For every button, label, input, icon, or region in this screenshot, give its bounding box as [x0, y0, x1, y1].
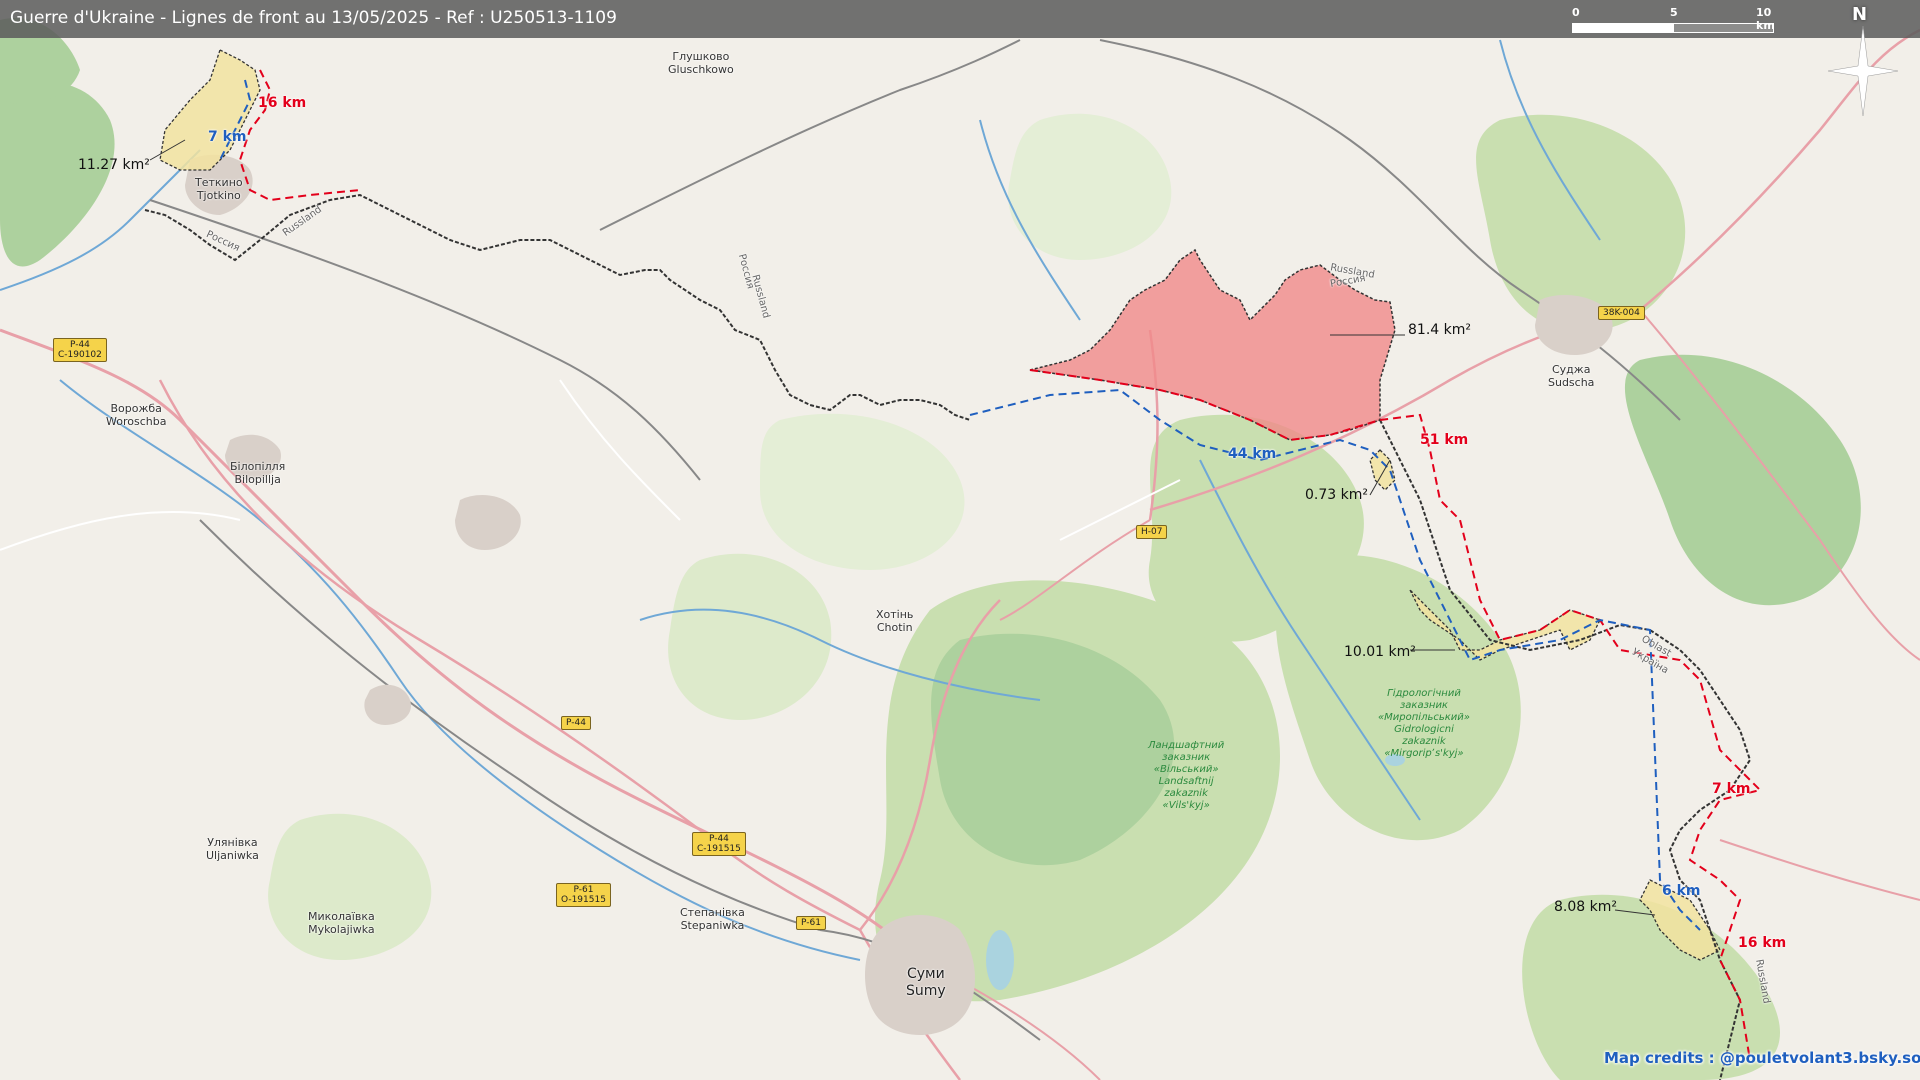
place-name-local: Теткино: [195, 176, 243, 189]
distance-label-red: 16 km: [1738, 935, 1787, 951]
place-name-local: Суми: [906, 966, 945, 982]
map-title: Guerre d'Ukraine - Lignes de front au 13…: [10, 8, 617, 28]
place-sumy: Суми Sumy: [906, 966, 946, 1000]
shield-line: P-61: [801, 918, 821, 928]
shield-line: P-44: [566, 718, 586, 728]
place-gluschkowo: Глушково Gluschkowo: [668, 50, 734, 76]
shield-line: P-44: [69, 340, 90, 350]
place-name-local: Миколаївка: [308, 910, 375, 923]
reserve-line: заказник: [1162, 752, 1211, 763]
place-name-latin: Uljaniwka: [206, 849, 259, 862]
reserve-line: «Mirgoripʼs'kyj»: [1384, 748, 1464, 759]
reserve-line: «Вільський»: [1153, 764, 1219, 775]
distance-label-blue: 44 km: [1228, 446, 1277, 462]
place-uljaniwka: Улянівка Uljaniwka: [206, 836, 259, 862]
reserve-line: «Vils'kyj»: [1162, 800, 1210, 811]
place-name-latin: Sumy: [906, 983, 946, 999]
distance-label-red: 51 km: [1420, 432, 1469, 448]
reserve-line: zakaznik: [1402, 736, 1446, 747]
area-label-small: 0.73 km²: [1305, 487, 1368, 503]
distance-label-blue: 7 km: [208, 129, 247, 145]
place-name-latin: Stepaniwka: [680, 919, 745, 932]
distance-label-red: 16 km: [258, 95, 307, 111]
road-shield-p44-south: P-44 C-191515: [692, 832, 746, 856]
place-name-latin: Gluschkowo: [668, 63, 734, 76]
place-tetkino: Теткино Tjotkino: [195, 176, 243, 202]
area-label-tetkino: 11.27 km²: [78, 157, 150, 173]
area-label-south: 8.08 km²: [1554, 899, 1617, 915]
place-stepaniwka: Степанівка Stepaniwka: [680, 906, 745, 932]
road-shield-p44-mid: P-44: [561, 716, 591, 730]
place-name-latin: Sudscha: [1548, 376, 1595, 389]
shield-line: P-61: [573, 885, 594, 895]
shield-line: 38K-004: [1603, 308, 1640, 318]
place-name-latin: Chotin: [876, 621, 913, 634]
reserve-line: zakaznik: [1164, 788, 1208, 799]
place-name-latin: Bilopillja: [234, 473, 281, 486]
north-arrow: N: [1828, 4, 1898, 116]
reserve-line: Gidrologicni: [1394, 724, 1454, 735]
scale-segment-2: [1672, 23, 1774, 33]
reserve-line: «Миропільський»: [1378, 712, 1470, 723]
reserve-vilnyi: Ландшафтний заказник «Вільський» Landsaf…: [1148, 740, 1224, 812]
shield-line: O-191515: [561, 895, 606, 905]
area-label-mid: 10.01 km²: [1344, 644, 1416, 660]
place-woroschba: Ворожба Woroschba: [106, 402, 166, 428]
road-shield-p44-west: P-44 C-190102: [53, 338, 107, 362]
distance-label-blue: 6 km: [1662, 883, 1701, 899]
place-sudscha: Суджа Sudscha: [1548, 363, 1594, 389]
scale-label-0: 0: [1572, 6, 1580, 19]
reserve-line: Гідрологічний: [1387, 688, 1461, 699]
reserve-line: Landsaftnij: [1158, 776, 1214, 787]
road-shield-38k004: 38K-004: [1598, 306, 1645, 320]
map-credits: Map credits : @pouletvolant3.bsky.social: [1604, 1049, 1920, 1067]
reserve-line: заказник: [1399, 700, 1448, 711]
place-chotin: Хотінь Chotin: [876, 608, 913, 634]
area-label-main: 81.4 km²: [1408, 322, 1471, 338]
road-shield-p61-sumy: P-61: [796, 916, 826, 930]
place-bilopillja: Білопілля Bilopillja: [230, 460, 285, 486]
place-name-local: Глушково: [672, 50, 730, 63]
place-name-local: Улянівка: [207, 836, 258, 849]
map-canvas[interactable]: [0, 0, 1920, 1080]
scale-label-5: 5: [1670, 6, 1678, 19]
shield-line: C-191515: [697, 844, 741, 854]
road-shield-p61: P-61 O-191515: [556, 883, 611, 907]
shield-line: C-190102: [58, 350, 102, 360]
compass-star-icon: [1828, 26, 1898, 116]
shield-line: H-07: [1141, 527, 1163, 537]
road-shield-h07: H-07: [1136, 525, 1168, 539]
shield-line: P-44: [708, 834, 729, 844]
reserve-line: Ландшафтний: [1148, 740, 1225, 751]
scale-segment-1: [1572, 23, 1674, 33]
place-mykolajiwka: Миколаївка Mykolajiwka: [308, 910, 375, 936]
place-name-latin: Mykolajiwka: [308, 923, 375, 936]
scale-bar: 0 5 10 km: [1572, 6, 1775, 36]
place-name-latin: Woroschba: [106, 415, 167, 428]
place-name-latin: Tjotkino: [196, 189, 241, 202]
north-label: N: [1852, 4, 1868, 25]
place-name-local: Суджа: [1551, 363, 1591, 376]
place-name-local: Білопілля: [230, 460, 286, 473]
place-name-local: Ворожба: [110, 402, 162, 415]
place-name-local: Степанівка: [680, 906, 745, 919]
place-name-local: Хотінь: [876, 608, 914, 621]
distance-label-red: 7 km: [1712, 781, 1751, 797]
reserve-mirgorod: Гідрологічний заказник «Миропільський» G…: [1378, 688, 1470, 760]
